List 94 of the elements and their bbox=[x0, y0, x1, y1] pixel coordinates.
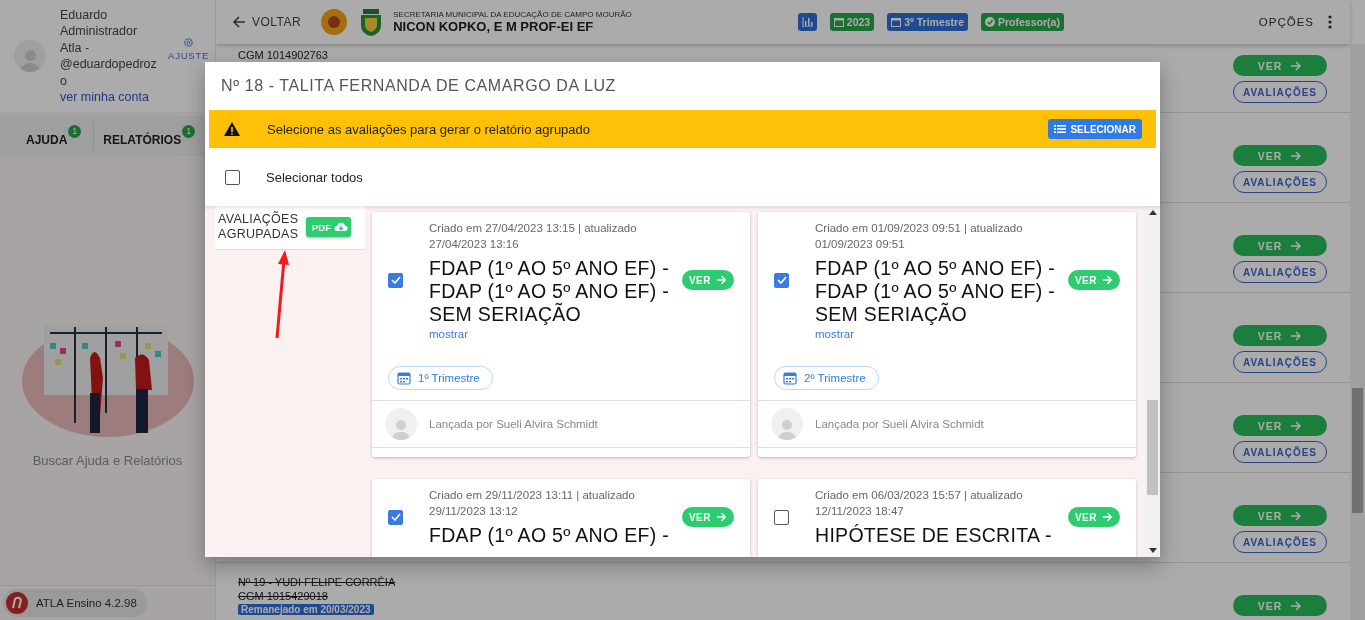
evaluations-button[interactable]: AVALIAÇÕES bbox=[1233, 351, 1327, 373]
scrollbar-thumb[interactable] bbox=[1147, 400, 1158, 495]
filter-chip[interactable]: 2023 bbox=[829, 13, 875, 31]
filter-chip[interactable]: 3º Trimestre bbox=[887, 13, 969, 31]
view-button[interactable]: VER bbox=[1233, 595, 1327, 616]
evaluations-button[interactable]: AVALIAÇÕES bbox=[1233, 171, 1327, 193]
school-name: NICON KOPKO, E M PROF-EI EF bbox=[393, 19, 595, 34]
timestamp-text: Criado em 01/09/2023 09:51 | atualizado 01/09/2023 09:51 bbox=[815, 221, 1024, 252]
author-text: Lançada por Sueli Alvira Schmidt bbox=[815, 418, 984, 430]
evaluation-title: FDAP (1º AO 5º ANO EF) - bbox=[429, 524, 670, 547]
arrow-right-icon bbox=[716, 512, 727, 522]
cloud-download-icon bbox=[334, 221, 348, 233]
scrollbar[interactable] bbox=[1145, 206, 1160, 557]
evaluations-button[interactable]: AVALIAÇÕES bbox=[1233, 441, 1327, 463]
list-icon bbox=[1054, 124, 1067, 134]
count-badge: 1 bbox=[68, 125, 82, 138]
select-button[interactable]: SELECIONAR bbox=[1048, 119, 1142, 139]
arrow-right-icon bbox=[1290, 60, 1303, 71]
logo-icon bbox=[6, 592, 28, 614]
student-code: CGM 1015429018 bbox=[238, 590, 329, 603]
evaluation-title: FDAP (1º AO 5º ANO EF) - FDAP (1º AO 5º ANO EF) - SEM SERIAÇÃO bbox=[815, 257, 1056, 326]
calendar-icon bbox=[783, 371, 797, 385]
scrollbar-thumb[interactable] bbox=[1352, 388, 1363, 513]
help-caption: Buscar Ajuda e Relatórios bbox=[32, 453, 183, 468]
student-code: CGM 1014902763 bbox=[238, 49, 328, 62]
evaluation-checkbox[interactable] bbox=[774, 272, 789, 288]
avatar-icon bbox=[385, 408, 417, 440]
select-all-checkbox[interactable] bbox=[225, 169, 240, 185]
view-button[interactable]: VER bbox=[1067, 270, 1120, 290]
evaluation-title: FDAP (1º AO 5º ANO EF) - FDAP (1º AO 5º ANO EF) - SEM SERIAÇÃO bbox=[429, 257, 670, 326]
filter-chip[interactable]: Professor(a) bbox=[981, 13, 1064, 31]
arrow-right-icon bbox=[1290, 150, 1303, 161]
arrow-right-icon bbox=[1290, 510, 1303, 521]
user-name: Eduardo Administrador Atla - @eduardopedrozo bbox=[60, 6, 158, 89]
header-subtitle: SECRETARIA MUNICIPAL DA EDUCAÇÃO DE CAMPO MOURÃO bbox=[393, 10, 632, 19]
more-vertical-icon bbox=[1328, 15, 1332, 29]
view-button[interactable]: VER bbox=[1233, 505, 1327, 526]
dialog-title: Nº 18 - TALITA FERNANDA DE CAMARGO DA LUZ bbox=[220, 76, 617, 96]
view-button[interactable]: VER bbox=[1233, 415, 1327, 436]
arrow-right-icon bbox=[1102, 275, 1113, 285]
arrow-right-icon bbox=[1290, 240, 1303, 251]
evaluation-checkbox[interactable] bbox=[388, 509, 403, 525]
view-button[interactable]: VER bbox=[681, 507, 734, 527]
calendar-icon bbox=[833, 17, 844, 27]
version-label: ATLA Ensino 4.2.98 bbox=[36, 597, 137, 609]
scrollbar[interactable] bbox=[1350, 44, 1365, 620]
check-circle-icon bbox=[985, 17, 996, 27]
show-more-link[interactable]: mostrar bbox=[815, 328, 1068, 340]
view-button[interactable]: VER bbox=[1233, 55, 1327, 76]
scroll-down-icon[interactable] bbox=[1148, 548, 1157, 554]
settings-link[interactable]: AJUSTE bbox=[168, 50, 210, 61]
view-button[interactable]: VER bbox=[681, 270, 734, 290]
scroll-up-icon[interactable] bbox=[1148, 209, 1157, 215]
warning-text: Selecione as avaliações para gerar o relatório agrupado bbox=[267, 121, 591, 137]
back-button[interactable]: VOLTAR bbox=[232, 15, 302, 29]
status-badge: Remanejado em 20/03/2023 bbox=[238, 604, 374, 615]
arrow-left-icon bbox=[232, 16, 246, 28]
select-all-label: Selecionar todos bbox=[266, 169, 363, 185]
arrow-right-icon bbox=[1290, 600, 1303, 611]
settings-icon[interactable] bbox=[183, 37, 195, 48]
view-button[interactable]: VER bbox=[1067, 507, 1120, 527]
grouped-label: AVALIAÇÕES AGRUPADAS bbox=[218, 212, 300, 242]
arrow-right-icon bbox=[1102, 512, 1113, 522]
account-link[interactable]: ver minha conta bbox=[60, 89, 160, 106]
warning-icon bbox=[224, 122, 240, 136]
timestamp-text: Criado em 27/04/2023 13:15 | atualizado 27/04/2023 13:16 bbox=[429, 221, 638, 252]
sidebar-tab[interactable]: RELATÓRIOS bbox=[103, 125, 182, 147]
evaluation-checkbox[interactable] bbox=[388, 272, 403, 288]
view-button[interactable]: VER bbox=[1233, 145, 1327, 166]
avatar-icon bbox=[14, 40, 46, 72]
evaluations-button[interactable]: AVALIAÇÕES bbox=[1233, 531, 1327, 553]
evaluations-button[interactable]: AVALIAÇÕES bbox=[1233, 261, 1327, 283]
evaluations-button[interactable]: AVALIAÇÕES bbox=[1233, 81, 1327, 103]
evaluation-checkbox[interactable] bbox=[774, 509, 789, 525]
arrow-right-icon bbox=[1290, 330, 1303, 341]
student-name: Nº 19 - YUDI FELIPE CORRÊIA bbox=[238, 576, 396, 589]
view-button[interactable]: VER bbox=[1233, 325, 1327, 346]
chart-chip[interactable] bbox=[797, 13, 817, 31]
timestamp-text: Criado em 06/03/2023 15:57 | atualizado 12/11/2023 18:47 bbox=[815, 488, 1024, 519]
bar-chart-icon bbox=[801, 17, 813, 27]
show-more-link[interactable]: mostrar bbox=[429, 328, 682, 340]
view-button[interactable]: VER bbox=[1233, 235, 1327, 256]
calendar-icon bbox=[397, 371, 411, 385]
arrow-right-icon bbox=[716, 275, 727, 285]
evaluation-title: HIPÓTESE DE ESCRITA - bbox=[815, 524, 1053, 547]
timestamp-text: Criado em 29/11/2023 13:11 | atualizado 29/11/2023 13:12 bbox=[429, 488, 636, 519]
author-text: Lançada por Sueli Alvira Schmidt bbox=[429, 418, 598, 430]
avatar-icon bbox=[771, 408, 803, 440]
calendar-icon bbox=[891, 17, 902, 27]
sidebar-tab[interactable]: AJUDA bbox=[26, 125, 68, 147]
count-badge: 1 bbox=[182, 125, 196, 138]
arrow-right-icon bbox=[1290, 420, 1303, 431]
options-button[interactable]: OPÇÕES bbox=[1252, 14, 1338, 30]
pdf-button[interactable]: PDF bbox=[306, 217, 351, 237]
